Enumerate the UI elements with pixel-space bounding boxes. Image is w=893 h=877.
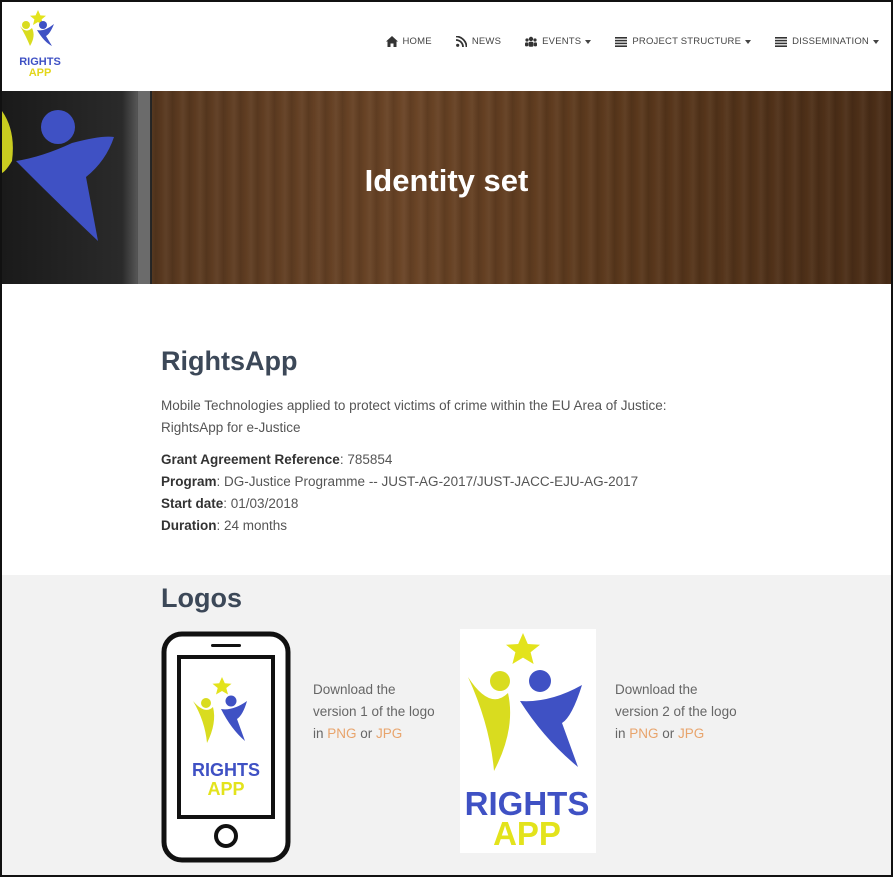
brand-logo-icon (20, 10, 54, 46)
phone-logo-icon: RIGHTS APP (161, 631, 291, 863)
home-icon (385, 36, 398, 47)
nav-home-label: HOME (402, 36, 432, 47)
program-value: : DG-Justice Programme -- JUST-AG-2017/J… (216, 474, 639, 489)
main-nav: HOME NEWS EVENTS PROJECT STRUCTURE DISSE… (362, 36, 879, 47)
start-date-label: Start date (161, 496, 224, 511)
logo-v1-image: RIGHTS APP (161, 631, 291, 868)
users-icon (525, 36, 538, 47)
grant-label: Grant Agreement Reference (161, 452, 340, 467)
program-row: Program: DG-Justice Programme -- JUST-AG… (161, 471, 721, 493)
grant-row: Grant Agreement Reference: 785854 (161, 449, 721, 471)
start-date-row: Start date: 01/03/2018 (161, 493, 721, 515)
rss-icon (455, 36, 467, 47)
logo-v1-line2: version 1 of the logo (313, 704, 435, 719)
chevron-down-icon (585, 39, 592, 44)
logo-v1-png-link[interactable]: PNG (327, 726, 356, 741)
nav-events[interactable]: EVENTS (525, 36, 592, 47)
duration-row: Duration: 24 months (161, 515, 721, 537)
logo-v1-line3: in PNG or JPG (313, 723, 443, 745)
logo-v2-text-app: APP (493, 815, 561, 852)
logo-v2-line2: version 2 of the logo (615, 704, 737, 719)
logo-v1-text-app: APP (207, 779, 244, 799)
logo-v2-in: in (615, 726, 630, 741)
nav-dissemination-label: DISSEMINATION (792, 36, 869, 47)
chevron-down-icon (745, 39, 752, 44)
logo-v1-or: or (356, 726, 377, 741)
hero-banner: Identity set (2, 91, 891, 284)
program-label: Program (161, 474, 217, 489)
grant-value: : 785854 (339, 452, 393, 467)
nav-events-label: EVENTS (542, 36, 582, 47)
brand-logo[interactable]: RIGHTS APP (16, 10, 64, 82)
logo-v2-line1: Download the (615, 682, 698, 697)
list-icon (615, 36, 628, 47)
duration-label: Duration (161, 518, 217, 533)
logo-v1-line1: Download the (313, 682, 396, 697)
nav-home[interactable]: HOME (385, 36, 432, 47)
chevron-down-icon (873, 39, 879, 44)
logo-v2-jpg-link[interactable]: JPG (678, 726, 704, 741)
project-title: RightsApp (161, 346, 298, 376)
duration-value: : 24 months (216, 518, 288, 533)
rightsapp-logo-icon: RIGHTS APP (465, 633, 589, 852)
logo-v2-image: RIGHTS APP (460, 629, 596, 853)
logo-v2-or: or (658, 726, 679, 741)
logos-section: Logos RIGHTS APP Download the version 1 … (2, 575, 891, 875)
logo-v1-download: Download the version 1 of the logo in PN… (313, 679, 443, 745)
project-description: Mobile Technologies applied to protect v… (161, 398, 667, 435)
list-icon (775, 36, 788, 47)
nav-dissemination[interactable]: DISSEMINATION (775, 36, 879, 47)
nav-news[interactable]: NEWS (455, 36, 502, 47)
project-meta: Grant Agreement Reference: 785854 Progra… (161, 449, 721, 537)
brand-text-app: APP (28, 67, 52, 79)
navbar: RIGHTS APP HOME NEWS EVENTS PROJECT STRU… (2, 2, 891, 91)
logo-v2-png-link[interactable]: PNG (629, 726, 658, 741)
logo-v1-text-rights: RIGHTS (192, 760, 260, 780)
nav-news-label: NEWS (471, 36, 502, 47)
page-frame: RIGHTS APP HOME NEWS EVENTS PROJECT STRU… (0, 0, 893, 877)
logo-v2-line3: in PNG or JPG (615, 723, 745, 745)
page-title: Identity set (364, 163, 529, 198)
logo-v1-jpg-link[interactable]: JPG (376, 726, 402, 741)
logo-v1-in: in (313, 726, 328, 741)
nav-project-structure-label: PROJECT STRUCTURE (632, 36, 742, 47)
start-date-value: : 01/03/2018 (223, 496, 299, 511)
logos-title: Logos (161, 583, 242, 613)
nav-project-structure[interactable]: PROJECT STRUCTURE (615, 36, 752, 47)
logo-v2-download: Download the version 2 of the logo in PN… (615, 679, 745, 745)
project-info-section: RightsApp Mobile Technologies applied to… (2, 284, 891, 575)
